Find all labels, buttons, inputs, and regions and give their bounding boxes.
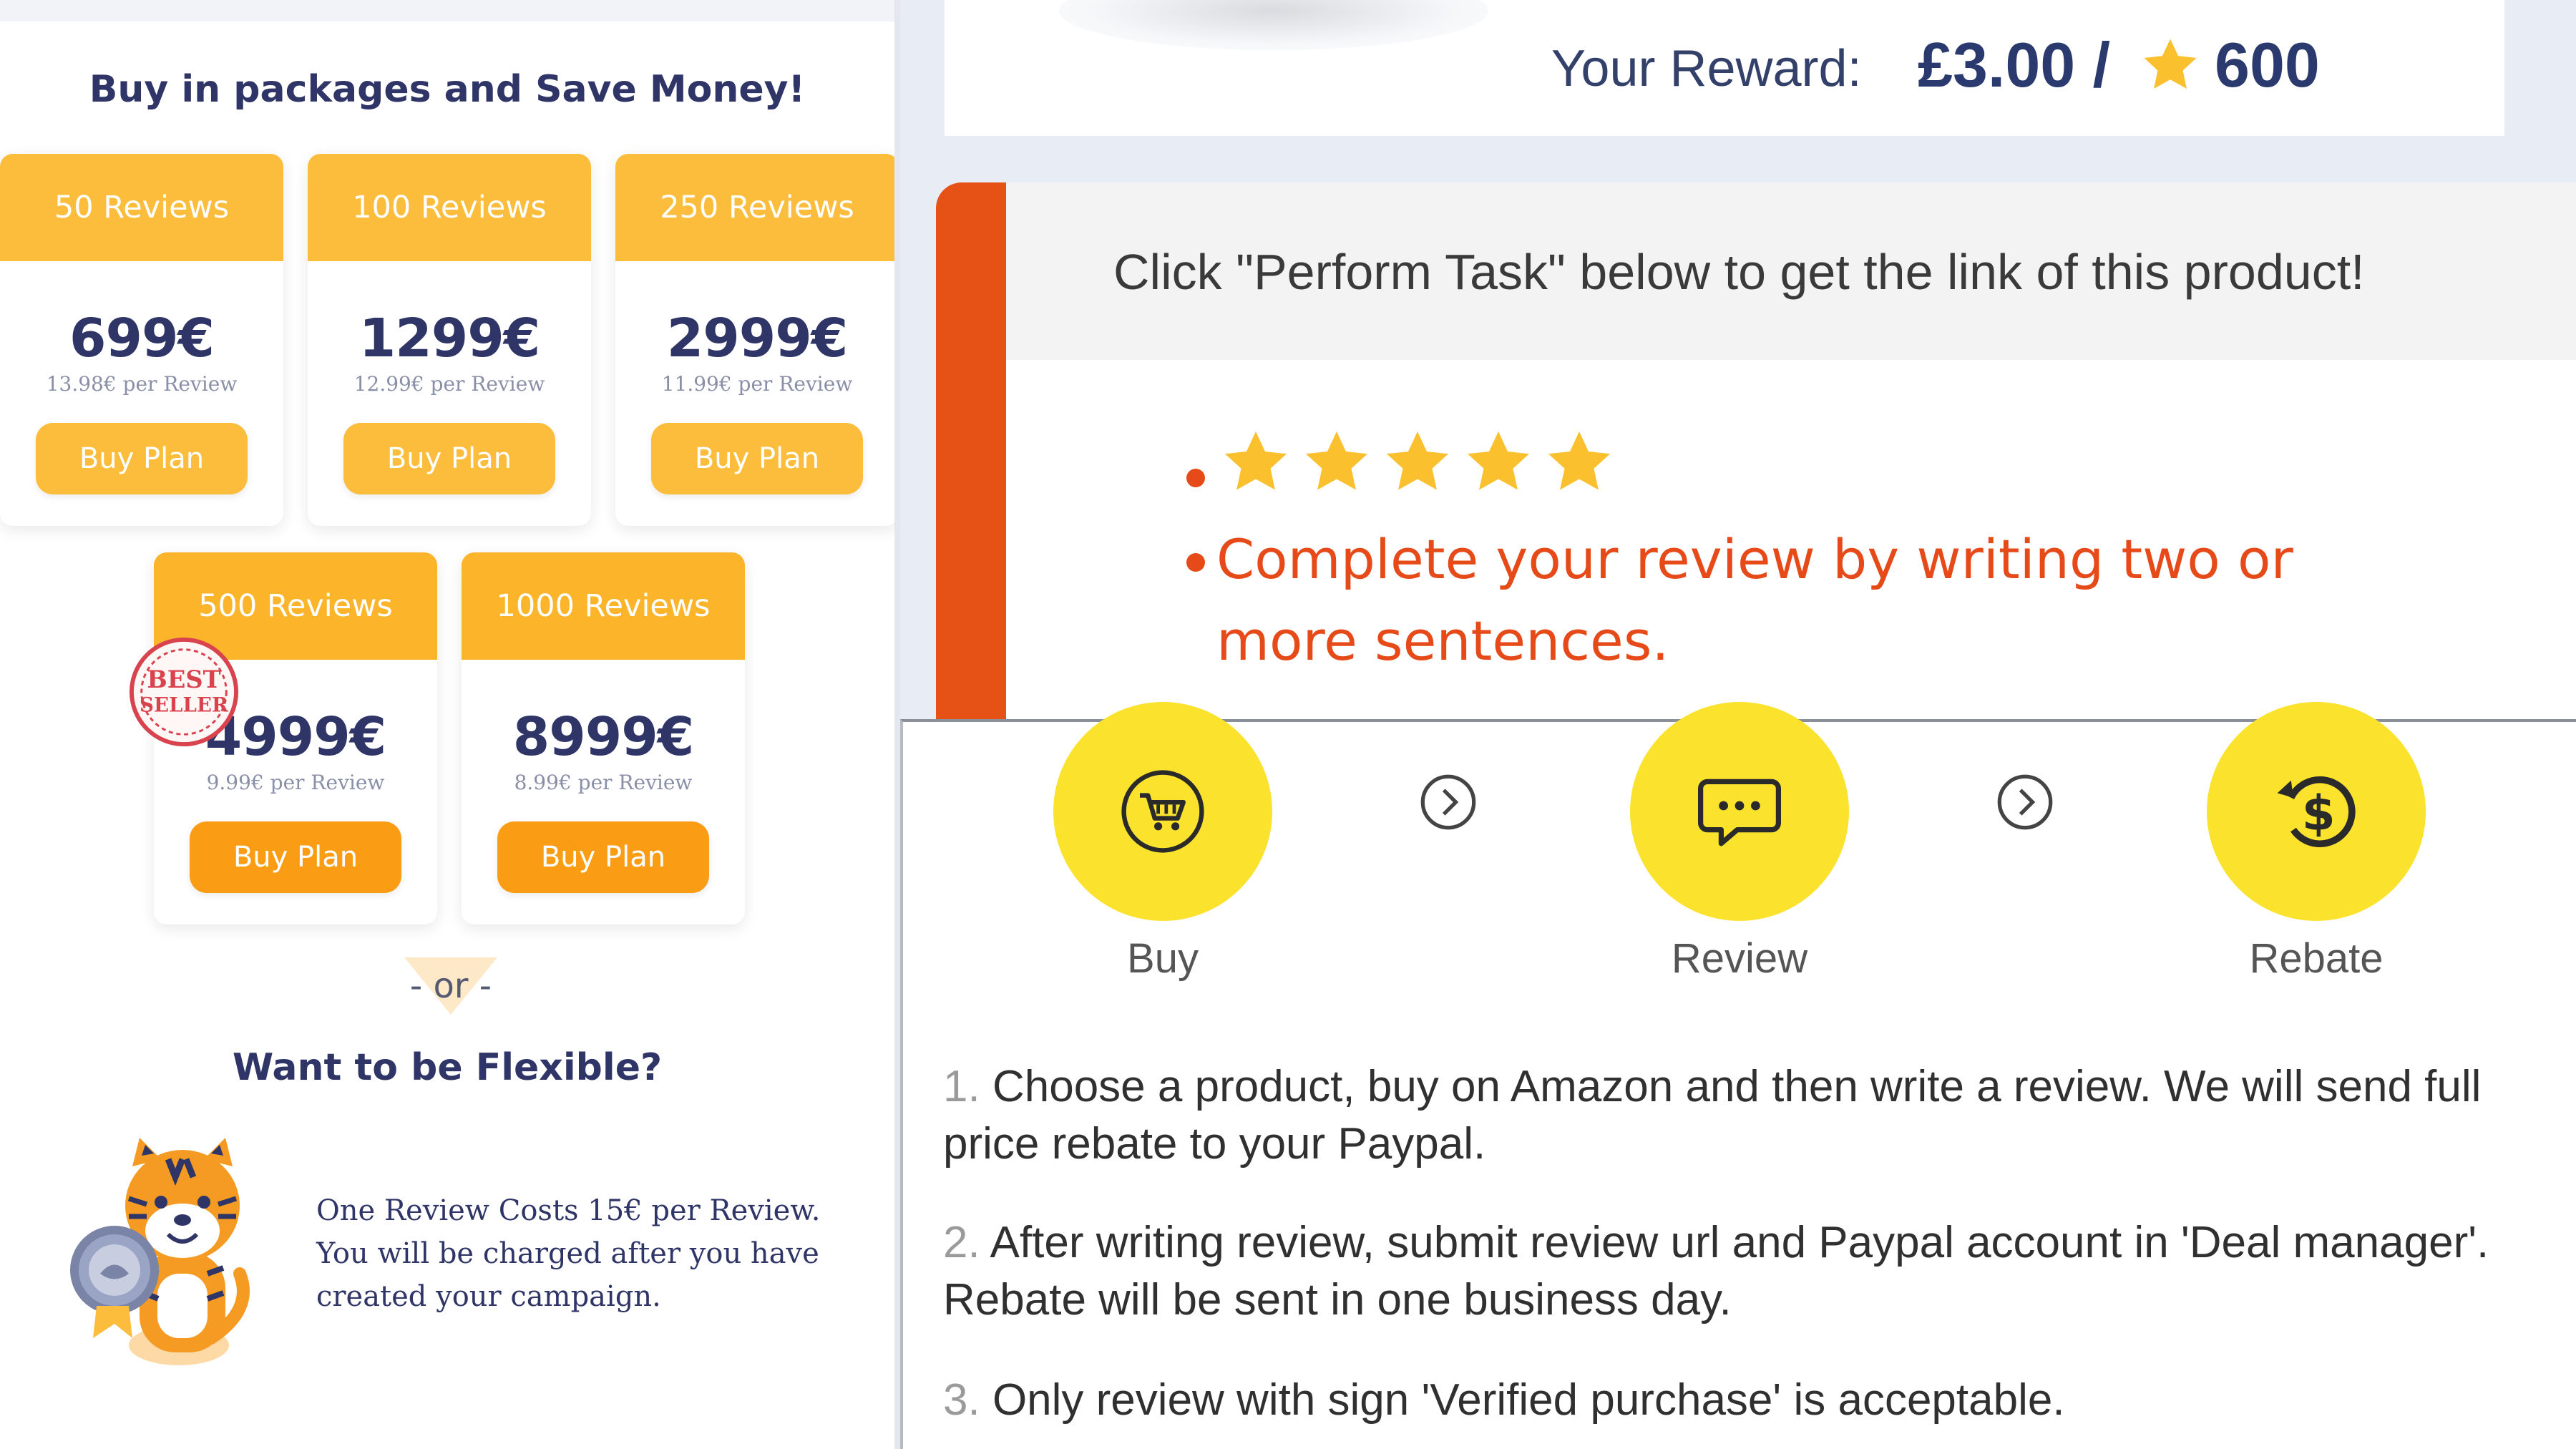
reward-card: Your Reward: £3.00 / 600 — [945, 0, 2504, 136]
plan-per-review: 11.99€ per Review — [661, 372, 853, 396]
plan-per-review: 9.99€ per Review — [206, 771, 385, 794]
plan-per-review: 13.98€ per Review — [46, 372, 238, 396]
instruction-1: 1. Choose a product, buy on Amazon and t… — [943, 1058, 2546, 1173]
plan-price: 2999€ — [666, 308, 848, 369]
flexible-description: One Review Costs 15€ per Review. You wil… — [316, 1194, 821, 1313]
plan-card-100: 100 Reviews 1299€ 12.99€ per Review Buy … — [308, 154, 591, 526]
plan-title: 1000 Reviews — [462, 552, 745, 660]
or-divider: - or - — [409, 966, 492, 1006]
tiger-mascot-icon — [70, 1138, 250, 1365]
buy-step-circle — [1053, 702, 1272, 921]
task-panel: Your Reward: £3.00 / 600 Click "Perform … — [900, 0, 2576, 719]
buy-step-label: Buy — [1127, 935, 1199, 982]
reward-label: Your Reward: — [1551, 40, 1862, 97]
bullet-icon — [1186, 469, 1205, 487]
instruction-number: 1. — [943, 1062, 980, 1111]
flexible-heading: Want to be Flexible? — [232, 1046, 663, 1089]
buy-plan-button[interactable]: Buy Plan — [343, 423, 555, 494]
plan-per-review: 8.99€ per Review — [514, 771, 693, 794]
product-image — [1059, 0, 1488, 50]
packages-heading: Buy in packages and Save Money! — [89, 68, 806, 111]
panel-divider — [894, 0, 900, 1449]
instruction-text: Only review with sign 'Verified purchase… — [992, 1375, 2065, 1425]
instruction-2: 2. After writing review, submit review u… — [943, 1214, 2546, 1329]
svg-text:BEST: BEST — [147, 665, 220, 693]
plan-per-review: 12.99€ per Review — [353, 372, 545, 396]
svg-text:SELLER: SELLER — [140, 693, 229, 717]
plan-card-50: 50 Reviews 699€ 13.98€ per Review Buy Pl… — [0, 154, 283, 526]
review-instruction: Complete your review by writing two or m… — [1216, 527, 2293, 673]
task-card: Click "Perform Task" below to get the li… — [936, 182, 2576, 719]
chevron-right-icon — [1997, 774, 2053, 830]
buy-plan-button[interactable]: Buy Plan — [651, 423, 863, 494]
star-icon — [2144, 39, 2197, 89]
review-step-label: Review — [1671, 935, 1808, 982]
rebate-step-circle: $ — [2207, 702, 2426, 921]
plan-title: 100 Reviews — [308, 154, 591, 261]
bullet-icon — [1186, 553, 1205, 572]
dollar-refund-icon: $ — [2277, 776, 2356, 848]
instruction-number: 2. — [943, 1218, 980, 1267]
plan-card-250: 250 Reviews 2999€ 11.99€ per Review Buy … — [615, 154, 899, 526]
buy-plan-button[interactable]: Buy Plan — [36, 423, 248, 494]
task-banner: Click "Perform Task" below to get the li… — [1006, 182, 2576, 360]
packages-panel: Buy in packages and Save Money! 50 Revie… — [0, 0, 899, 1449]
plan-price: 699€ — [69, 308, 215, 369]
instruction-3: 3. Only review with sign 'Verified purch… — [943, 1372, 2546, 1429]
review-step-circle — [1630, 702, 1849, 921]
star-icon — [1306, 431, 1367, 490]
star-icon — [1548, 431, 1610, 490]
best-seller-badge-icon: BEST SELLER — [129, 637, 239, 747]
plan-price: 1299€ — [358, 308, 540, 369]
instruction-text: Choose a product, buy on Amazon and then… — [943, 1062, 2482, 1169]
instruction-text: After writing review, submit review url … — [943, 1218, 2489, 1324]
shopping-cart-icon — [1121, 770, 1204, 853]
five-star-rating — [1225, 431, 1610, 490]
buy-plan-button[interactable]: Buy Plan — [190, 821, 401, 893]
plan-title: 250 Reviews — [615, 154, 899, 261]
star-icon — [1225, 431, 1287, 490]
star-icon — [1387, 431, 1448, 490]
how-it-works-panel: Buy Review $ Rebate 1. Choose a product,… — [900, 702, 2576, 1449]
chevron-right-icon — [1420, 774, 1476, 830]
instruction-number: 3. — [943, 1375, 980, 1425]
plan-price: 8999€ — [512, 706, 694, 768]
buy-plan-button[interactable]: Buy Plan — [497, 821, 709, 893]
star-icon — [1468, 431, 1529, 490]
plan-card-1000: 1000 Reviews 8999€ 8.99€ per Review Buy … — [462, 552, 745, 924]
reward-points: 600 — [2215, 29, 2320, 100]
top-bar — [0, 0, 894, 21]
rebate-step-label: Rebate — [2249, 935, 2384, 982]
chat-bubble-icon — [1698, 779, 1781, 847]
plan-title: 50 Reviews — [0, 154, 283, 261]
task-accent-bar — [936, 182, 1006, 719]
task-instruction: Click "Perform Task" below to get the li… — [1113, 244, 2365, 300]
reward-amount: £3.00 / — [1918, 29, 2111, 100]
svg-text:$: $ — [2302, 786, 2336, 841]
